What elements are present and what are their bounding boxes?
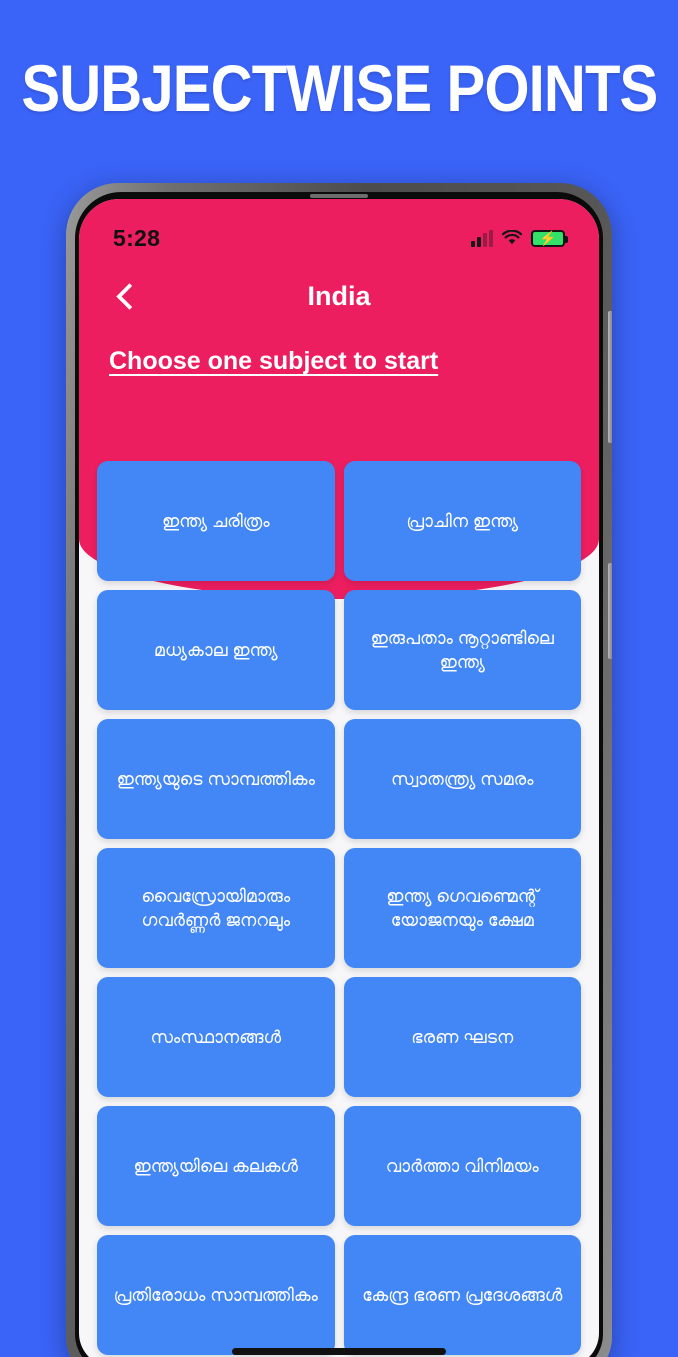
subject-card-label: ഇന്ത്യയിലെ കലകൾ: [133, 1155, 298, 1176]
wifi-icon: [501, 229, 523, 246]
subject-card-label: ഇന്ത്യ ഗെവണ്മെന്റ് യോജനയും ക്ഷേമ: [386, 885, 539, 930]
phone-bezel: 5:28 ⚡ India Choose one subject to start…: [75, 192, 603, 1357]
home-indicator-bar[interactable]: [232, 1348, 446, 1355]
subject-card-label: ഇന്ത്യ ചരിത്രം: [161, 510, 270, 531]
phone-device-frame: 5:28 ⚡ India Choose one subject to start…: [66, 183, 612, 1357]
subject-card-label: മധ്യകാല ഇന്ത്യ: [153, 639, 278, 660]
subject-card[interactable]: വൈസ്രോയിമാരും ഗവർണ്ണർ ജനറലും: [97, 848, 335, 968]
page-banner: SUBJECTWISE POINTS: [0, 0, 678, 176]
subject-card[interactable]: മധ്യകാല ഇന്ത്യ: [97, 590, 335, 710]
subject-card[interactable]: ഇന്ത്യ ചരിത്രം: [97, 461, 335, 581]
page-title: SUBJECTWISE POINTS: [20, 51, 658, 125]
app-navbar: India: [79, 265, 599, 327]
battery-charging-icon: ⚡: [531, 229, 568, 247]
subject-card[interactable]: വാർത്താ വിനിമയം: [343, 1106, 581, 1226]
cellular-signal-icon: [471, 229, 493, 247]
subject-card[interactable]: ഇന്ത്യ ഗെവണ്മെന്റ് യോജനയും ക്ഷേമ: [343, 848, 581, 968]
subject-card[interactable]: പ്രതിരോധം സാമ്പത്തികം: [97, 1235, 335, 1355]
subject-card[interactable]: ഇന്ത്യയിലെ കലകൾ: [97, 1106, 335, 1226]
subject-card[interactable]: ഭരണ ഘടന: [343, 977, 581, 1097]
subject-card-label: പ്രതിരോധം സാമ്പത്തികം: [113, 1284, 318, 1305]
power-button[interactable]: [608, 563, 612, 659]
subject-card-label: സ്വാതന്ത്ര്യ സമരം: [391, 768, 534, 789]
subject-card-label: ഭരണ ഘടന: [411, 1026, 514, 1047]
volume-button[interactable]: [608, 311, 612, 443]
subject-card-label: കേന്ദ്ര ഭരണ പ്രദേശങ്ങൾ: [362, 1284, 563, 1305]
subject-card-label: പ്രാചിന ഇന്ത്യ: [406, 510, 519, 531]
subject-card[interactable]: ഇരുപതാം നൂറ്റാണ്ടിലെ ഇന്ത്യ: [343, 590, 581, 710]
subject-card-label: വാർത്താ വിനിമയം: [385, 1155, 539, 1176]
navbar-title: India: [307, 280, 371, 311]
phone-screen: 5:28 ⚡ India Choose one subject to start…: [79, 199, 599, 1357]
subject-card-label: വൈസ്രോയിമാരും ഗവർണ്ണർ ജനറലും: [141, 885, 291, 930]
subject-grid: ഇന്ത്യ ചരിത്രം പ്രാചിന ഇന്ത്യ മധ്യകാല ഇന്ത…: [97, 461, 581, 1355]
earpiece-speaker-icon: [310, 194, 368, 198]
back-chevron-icon[interactable]: [109, 279, 143, 313]
battery-bolt-icon: ⚡: [539, 230, 557, 246]
subject-card[interactable]: സംസ്ഥാനങ്ങൾ: [97, 977, 335, 1097]
subject-card[interactable]: പ്രാചിന ഇന്ത്യ: [343, 461, 581, 581]
subject-card-label: സംസ്ഥാനങ്ങൾ: [150, 1026, 282, 1047]
subject-card[interactable]: സ്വാതന്ത്ര്യ സമരം: [343, 719, 581, 839]
choose-subject-label[interactable]: Choose one subject to start: [109, 347, 438, 376]
subject-card-label: ഇന്ത്യയുടെ സാമ്പത്തികം: [116, 768, 315, 789]
subject-card-label: ഇരുപതാം നൂറ്റാണ്ടിലെ ഇന്ത്യ: [370, 627, 554, 672]
status-icons-group: ⚡: [471, 229, 568, 247]
subject-card[interactable]: ഇന്ത്യയുടെ സാമ്പത്തികം: [97, 719, 335, 839]
status-bar: 5:28 ⚡: [79, 199, 599, 261]
subject-card[interactable]: കേന്ദ്ര ഭരണ പ്രദേശങ്ങൾ: [343, 1235, 581, 1355]
status-time: 5:28: [113, 224, 161, 251]
